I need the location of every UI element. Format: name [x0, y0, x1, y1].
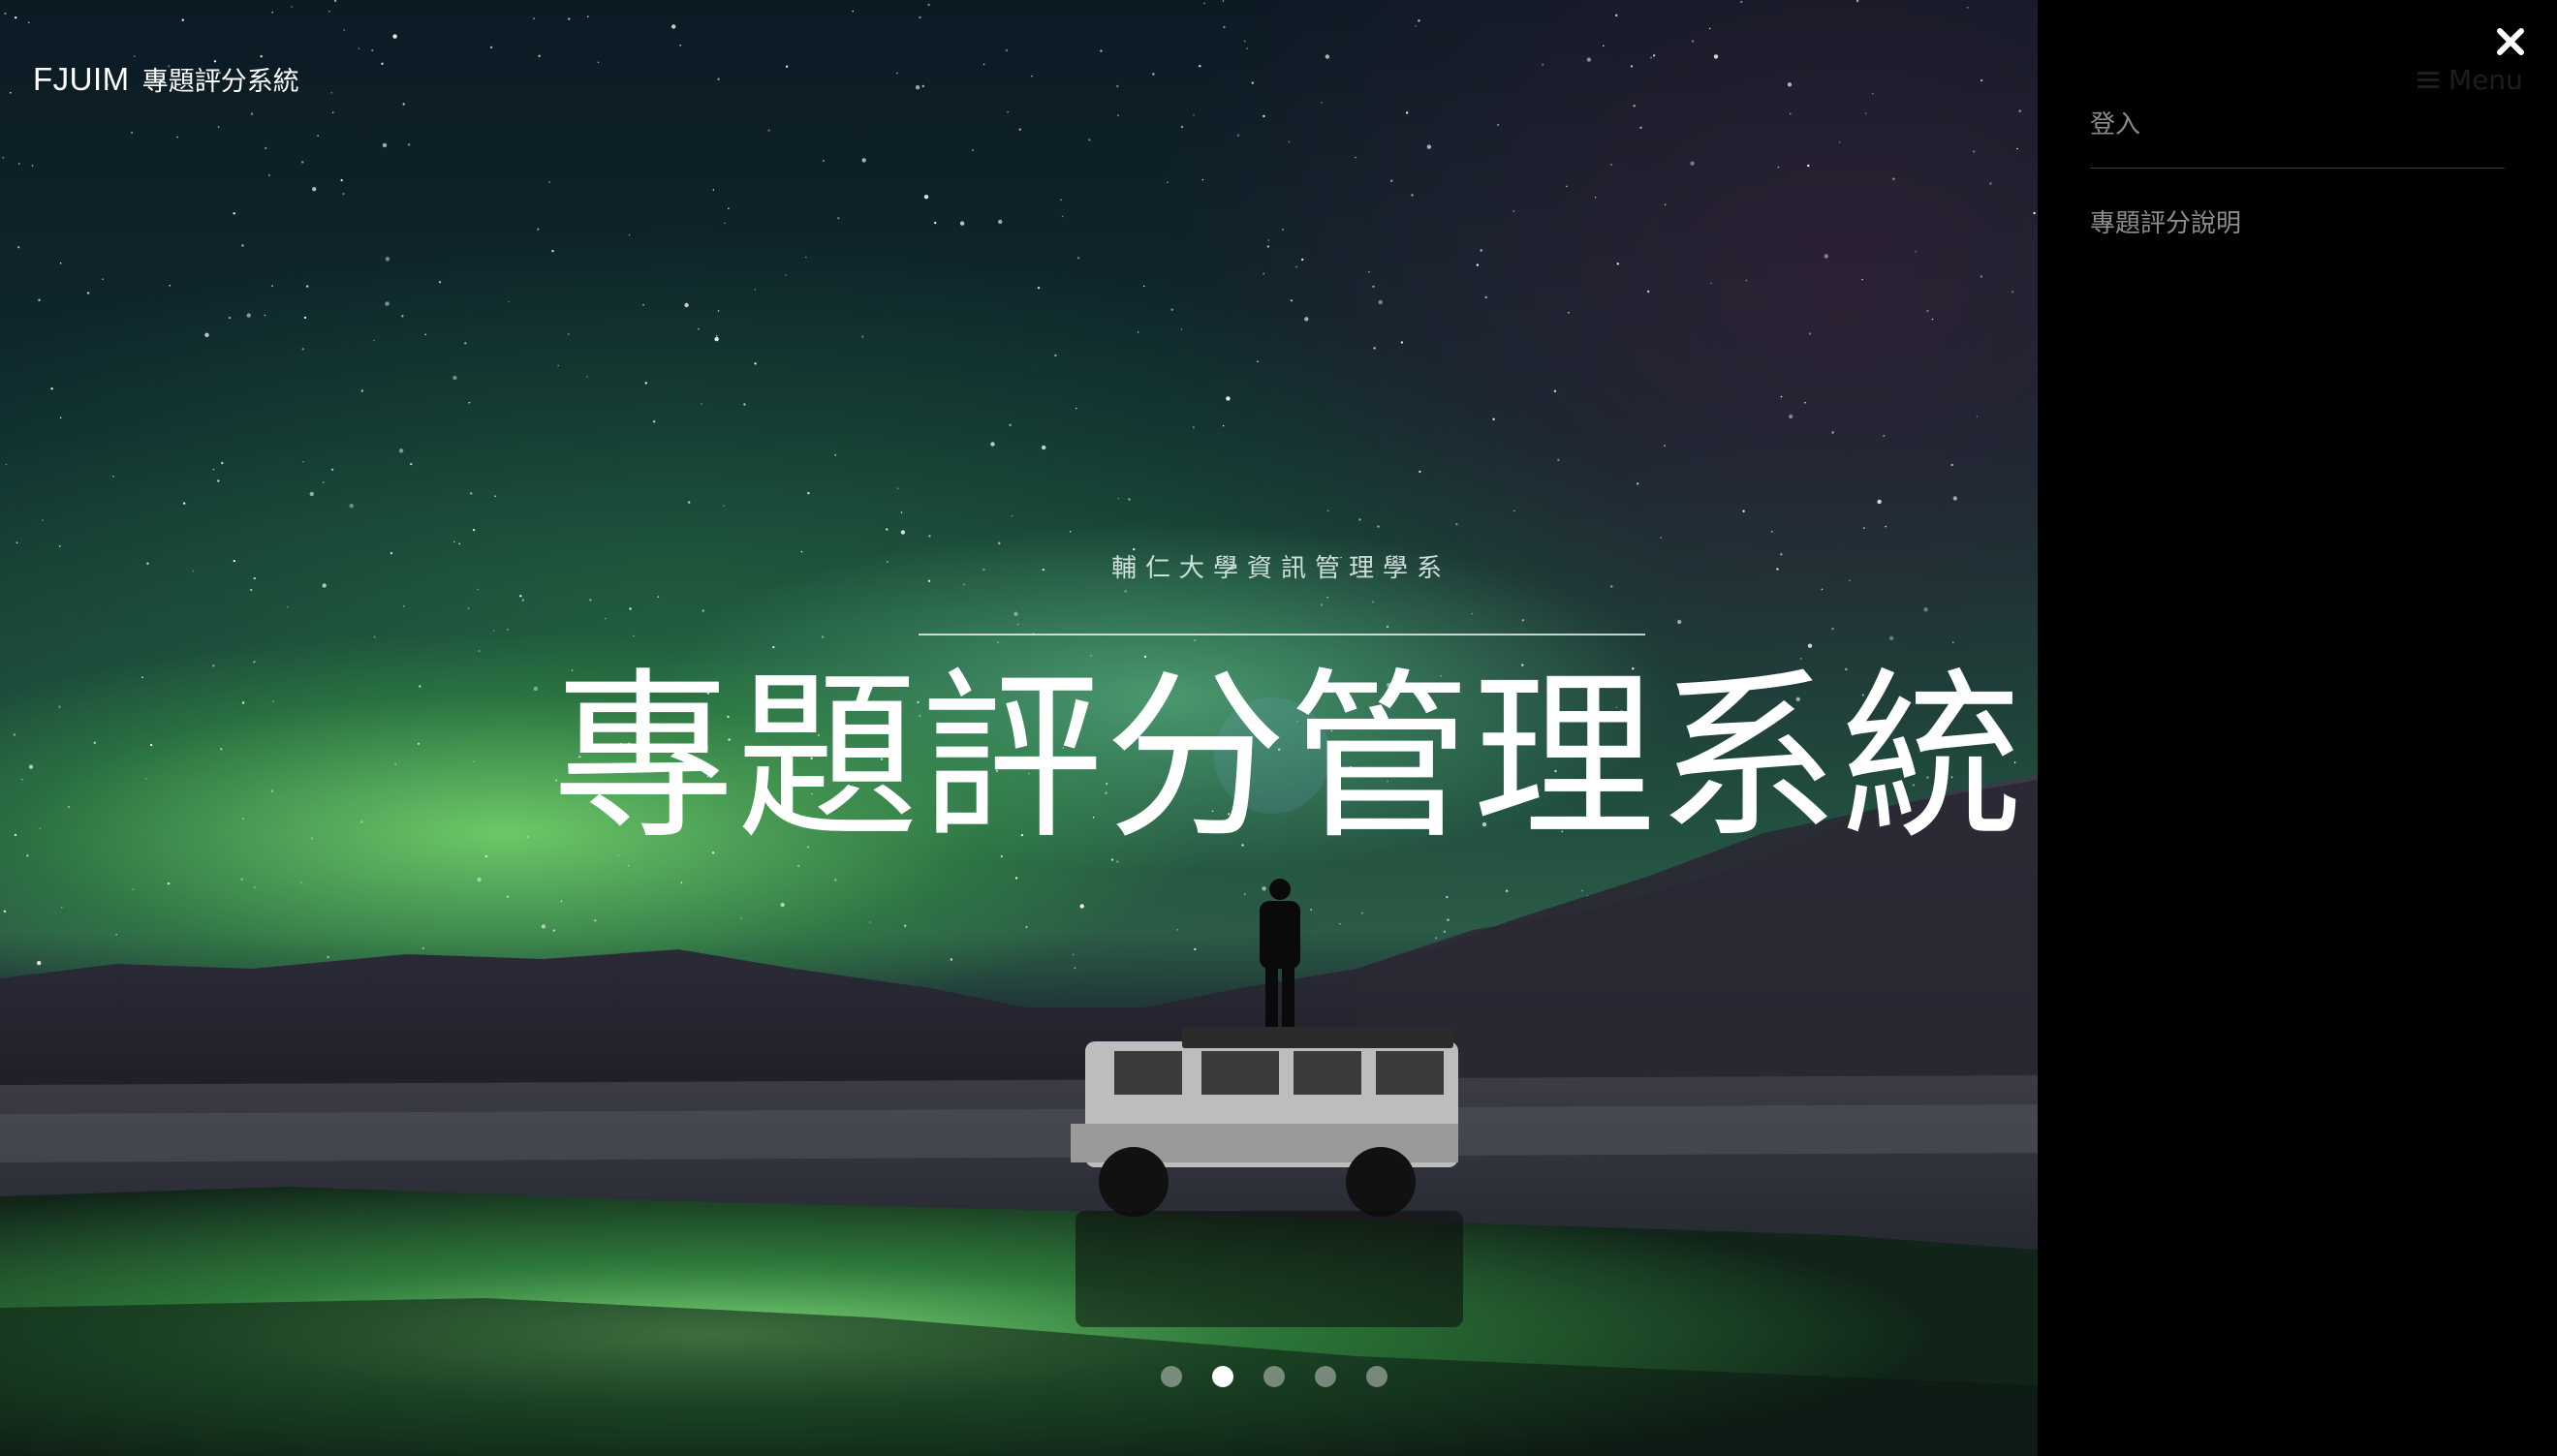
side-menu-list: 登入 專題評分說明 [2090, 97, 2505, 247]
menu-item-login[interactable]: 登入 [2090, 97, 2505, 168]
menu-toggle-label: Menu [2448, 64, 2523, 96]
brand-logo[interactable]: FJUIM 專題評分系統 [33, 60, 299, 98]
menu-divider [2090, 168, 2505, 169]
carousel-indicators [1161, 1366, 1388, 1387]
page: FJUIM 專題評分系統 輔仁大學資訊管理學系 專題評分管理系統 Menu 登入… [0, 0, 2557, 1456]
hero-title: 專題評分管理系統 [552, 652, 2025, 864]
brand-name: FJUIM [33, 61, 130, 97]
carousel-dot[interactable] [1212, 1366, 1233, 1387]
hamburger-icon [2417, 71, 2439, 89]
carousel-dot[interactable] [1161, 1366, 1182, 1387]
menu-item-scoring-info[interactable]: 專題評分說明 [2090, 196, 2505, 247]
close-icon[interactable] [2494, 25, 2527, 58]
hero-divider [919, 634, 1645, 635]
hero-subtitle: 輔仁大學資訊管理學系 [1110, 554, 1450, 583]
carousel-dot[interactable] [1315, 1366, 1336, 1387]
carousel-dot[interactable] [1366, 1366, 1388, 1387]
brand-subtitle: 專題評分系統 [141, 67, 299, 97]
carousel-dot[interactable] [1263, 1366, 1285, 1387]
menu-toggle-button[interactable]: Menu [2417, 64, 2523, 96]
